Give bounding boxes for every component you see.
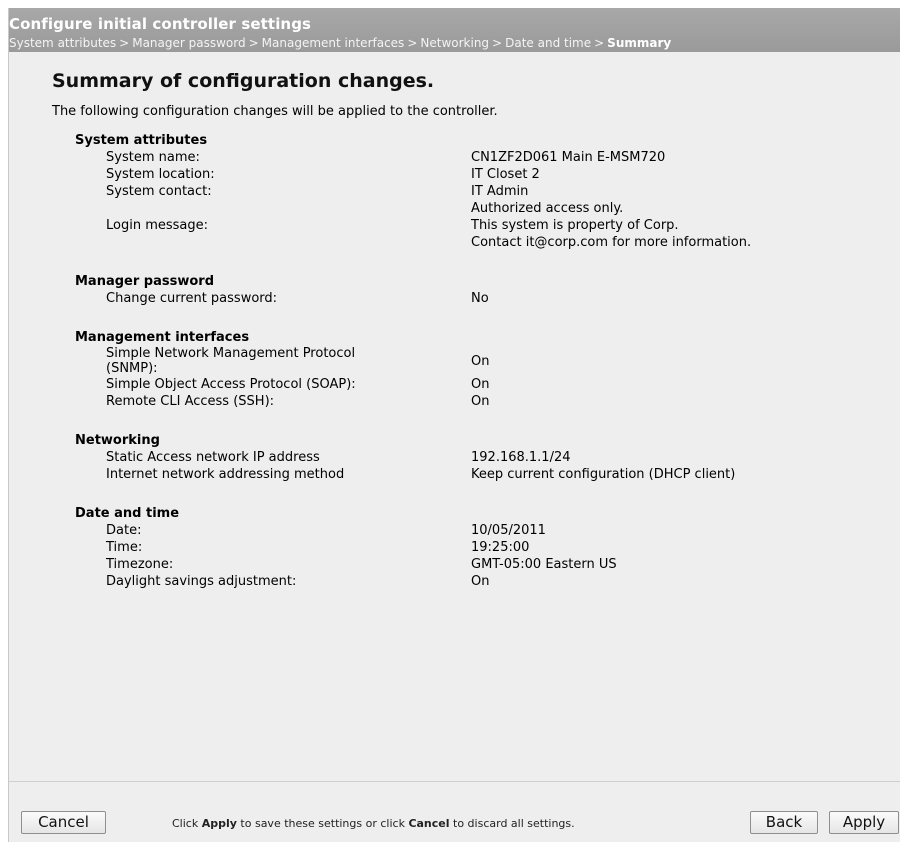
row-label: System contact: — [106, 184, 212, 199]
breadcrumb-item-manager-password: Manager password — [132, 36, 246, 50]
row-value: On — [471, 394, 490, 409]
row-label: Internet network addressing method — [106, 467, 345, 482]
breadcrumb-separator: > — [248, 36, 259, 50]
section-networking: Networking Static Access network IP addr… — [75, 432, 895, 483]
summary-row: System contact: IT Admin — [75, 183, 895, 200]
row-label: Login message: — [106, 218, 209, 233]
row-label: Daylight savings adjustment: — [106, 574, 297, 589]
row-label: Static Access network IP address — [106, 450, 320, 465]
row-value: On — [471, 574, 490, 589]
section-system-attributes: System attributes System name: CN1ZF2D06… — [75, 132, 895, 251]
breadcrumb-separator: > — [594, 36, 605, 50]
summary-row: Simple Network Management Protocol (SNMP… — [75, 346, 895, 376]
breadcrumb-separator: > — [407, 36, 418, 50]
section-title: Networking — [75, 433, 160, 448]
hint-text: to discard all settings. — [449, 817, 575, 830]
summary-row: Internet network addressing method Keep … — [75, 466, 895, 483]
row-value: No — [471, 291, 489, 306]
summary-row: Timezone: GMT-05:00 Eastern US — [75, 556, 895, 573]
cancel-button[interactable]: Cancel — [21, 811, 106, 834]
login-message-line: Authorized access only. — [471, 201, 624, 216]
row-label: System name: — [106, 150, 200, 165]
summary-row: Remote CLI Access (SSH): On — [75, 393, 895, 410]
breadcrumb-item-management-interfaces: Management interfaces — [261, 36, 405, 50]
breadcrumb-item-networking: Networking — [420, 36, 490, 50]
apply-button[interactable]: Apply — [829, 811, 899, 834]
row-value: GMT-05:00 Eastern US — [471, 557, 617, 572]
row-label-line: (SNMP): — [106, 361, 158, 376]
summary-row: Daylight savings adjustment: On — [75, 573, 895, 590]
row-value: 10/05/2011 — [471, 523, 546, 538]
wizard-frame: Configure initial controller settings Sy… — [8, 8, 900, 842]
section-date-and-time: Date and time Date: 10/05/2011 Time: 19:… — [75, 505, 895, 590]
row-value: CN1ZF2D061 Main E-MSM720 — [471, 150, 666, 165]
summary-row: Change current password: No — [75, 290, 895, 307]
section-management-interfaces: Management interfaces Simple Network Man… — [75, 329, 895, 410]
row-label-line: Simple Network Management Protocol — [106, 346, 356, 361]
row-value: Keep current configuration (DHCP client) — [471, 467, 736, 482]
section-title: Date and time — [75, 506, 180, 521]
summary-row: Date: 10/05/2011 — [75, 522, 895, 539]
breadcrumb-item-summary: Summary — [607, 36, 672, 50]
hint-cancel-text: Cancel — [408, 817, 450, 830]
summary-sections: System attributes System name: CN1ZF2D06… — [75, 132, 895, 612]
section-title: Management interfaces — [75, 330, 250, 345]
hint-apply-text: Apply — [201, 817, 237, 830]
login-message-value: Authorized access only. This system is p… — [471, 200, 895, 251]
summary-row: System name: CN1ZF2D061 Main E-MSM720 — [75, 149, 895, 166]
summary-row: Simple Object Access Protocol (SOAP): On — [75, 376, 895, 393]
row-label: Simple Object Access Protocol (SOAP): — [106, 377, 356, 392]
breadcrumb: System attributes > Manager password > Manag… — [9, 36, 671, 50]
wizard-header: Configure initial controller settings Sy… — [9, 8, 900, 52]
row-label: Simple Network Management Protocol (SNMP… — [75, 346, 471, 376]
wizard-footer: Cancel Click Apply to save these setting… — [9, 781, 900, 843]
page-heading: Summary of configuration changes. — [52, 70, 435, 92]
login-message-line: Contact it@corp.com for more information… — [471, 235, 752, 250]
summary-row: System location: IT Closet 2 — [75, 166, 895, 183]
row-value: IT Closet 2 — [471, 167, 540, 182]
summary-row: Login message: Authorized access only. T… — [75, 200, 895, 251]
summary-row: Time: 19:25:00 — [75, 539, 895, 556]
row-label: Change current password: — [106, 291, 278, 306]
row-value: 19:25:00 — [471, 540, 530, 555]
intro-text: The following configuration changes will… — [52, 104, 498, 119]
breadcrumb-item-system-attributes: System attributes — [9, 36, 117, 50]
section-title: System attributes — [75, 133, 208, 148]
row-value: IT Admin — [471, 184, 529, 199]
row-label: Date: — [106, 523, 142, 538]
breadcrumb-separator: > — [119, 36, 130, 50]
back-button[interactable]: Back — [750, 811, 818, 834]
row-label: Timezone: — [106, 557, 174, 572]
row-label: System location: — [106, 167, 215, 182]
summary-row: Static Access network IP address 192.168… — [75, 449, 895, 466]
breadcrumb-item-date-and-time: Date and time — [505, 36, 592, 50]
section-manager-password: Manager password Change current password… — [75, 273, 895, 307]
row-label: Time: — [106, 540, 143, 555]
breadcrumb-separator: > — [492, 36, 503, 50]
row-value: On — [471, 377, 490, 392]
hint-text: Click — [172, 817, 202, 830]
login-message-line: This system is property of Corp. — [471, 218, 679, 233]
row-value: 192.168.1.1/24 — [471, 450, 571, 465]
section-title: Manager password — [75, 274, 215, 289]
hint-text: to save these settings or click — [236, 817, 409, 830]
footer-hint: Click Apply to save these settings or cl… — [172, 817, 575, 830]
row-value: On — [471, 353, 490, 369]
wizard-title: Configure initial controller settings — [9, 15, 312, 33]
row-label: Remote CLI Access (SSH): — [106, 394, 275, 409]
